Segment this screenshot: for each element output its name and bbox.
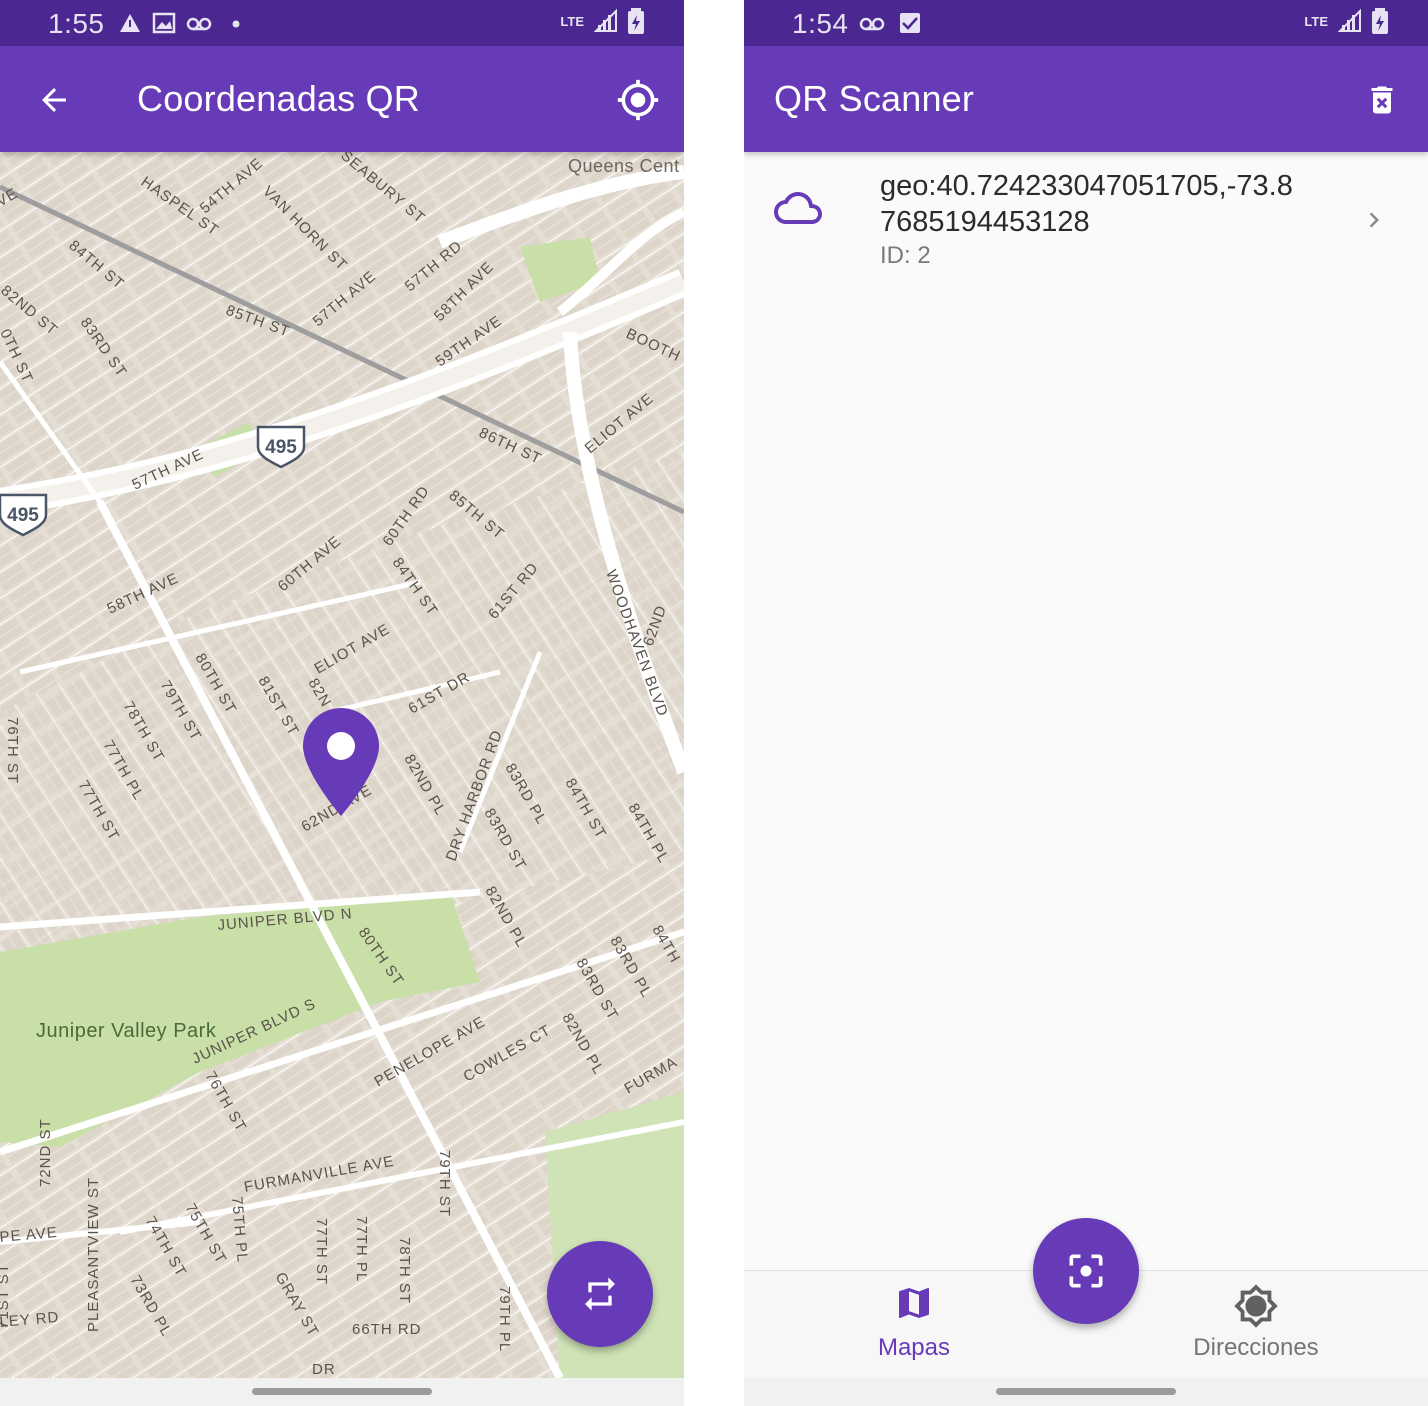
swap-map-type-button[interactable] xyxy=(547,1241,653,1347)
signal-icon xyxy=(1338,9,1361,32)
street-label: DR xyxy=(312,1361,336,1378)
center-focus-icon xyxy=(1069,1254,1103,1288)
svg-text:495: 495 xyxy=(265,437,297,458)
map-icon xyxy=(899,1288,929,1318)
status-right-icons: LTE xyxy=(1304,8,1388,34)
app-bar: QR Scanner xyxy=(744,46,1428,152)
battery-icon xyxy=(1372,8,1388,34)
street-label: 72ND ST xyxy=(37,1118,54,1187)
chevron-right-icon xyxy=(1356,202,1392,238)
map-park-label: Juniper Valley Park xyxy=(36,1020,217,1042)
home-gesture-handle[interactable] xyxy=(252,1388,432,1395)
page-title: Coordenadas QR xyxy=(137,78,420,119)
page-title: QR Scanner xyxy=(774,78,975,119)
scan-list-item[interactable]: geo:40.724233047051705,-73.8 76851944531… xyxy=(744,152,1428,282)
arrow-back-icon xyxy=(42,88,66,112)
street-label: 76TH ST xyxy=(4,717,21,784)
scan-id: ID: 2 xyxy=(880,242,931,269)
street-label: 78TH ST xyxy=(396,1237,413,1304)
nav-label-maps: Mapas xyxy=(877,1334,951,1361)
back-button[interactable] xyxy=(28,74,80,126)
street-label: 79TH ST xyxy=(436,1150,453,1217)
street-label: 79TH PL xyxy=(496,1286,513,1352)
scan-value-line-1: geo:40.724233047051705,-73.8 xyxy=(880,170,1293,202)
crosshair-icon xyxy=(617,79,659,121)
system-nav-bar xyxy=(0,1378,684,1406)
cloud-icon xyxy=(772,182,824,234)
lte-label: LTE xyxy=(560,13,584,29)
repeat-icon xyxy=(585,1277,615,1311)
svg-text:495: 495 xyxy=(7,505,39,526)
system-nav-bar xyxy=(744,1378,1428,1406)
delete-forever-icon xyxy=(1371,86,1393,114)
app-bar: Coordenadas QR xyxy=(0,46,684,152)
lte-label: LTE xyxy=(1304,13,1328,29)
street-label: 77TH PL xyxy=(353,1216,370,1282)
signal-icon xyxy=(594,9,617,32)
brightness-icon xyxy=(1234,1284,1278,1328)
map-view[interactable]: VE HASPEL ST 54TH AVE SEABURY ST VAN HORN ST… xyxy=(0,152,684,1378)
map-canvas[interactable]: VE HASPEL ST54TH AVE SEABURY STVAN HORN ST… xyxy=(0,152,684,1378)
street-label: PLEASANTVIEW ST xyxy=(85,1177,102,1332)
status-notification-icons xyxy=(118,10,248,42)
my-location-button[interactable] xyxy=(610,72,666,128)
home-gesture-handle[interactable] xyxy=(996,1388,1176,1395)
battery-icon xyxy=(628,8,644,34)
status-bar: 1:55 LTE xyxy=(0,0,684,46)
status-time: 1:54 xyxy=(792,8,849,39)
nav-item-maps[interactable]: Mapas xyxy=(814,1283,1014,1362)
status-right-icons: LTE xyxy=(560,8,644,34)
street-label: 77TH ST xyxy=(313,1218,330,1285)
history-screen: 1:54 LTE QR Scanner geo:40.7242330470517… xyxy=(744,0,1428,1406)
map-corner-label: Queens Cent xyxy=(568,156,680,176)
status-notification-icons xyxy=(858,10,928,42)
delete-all-button[interactable] xyxy=(1356,74,1408,126)
status-bar: 1:54 LTE xyxy=(744,0,1428,46)
scan-qr-button[interactable] xyxy=(1033,1218,1139,1324)
map-screen: 1:55 LTE Coordenadas QR VE HASPEL ST 54T… xyxy=(0,0,684,1406)
nav-label-directions: Direcciones xyxy=(1193,1334,1319,1361)
status-time: 1:55 xyxy=(48,8,105,39)
street-label: 66TH RD xyxy=(352,1321,422,1338)
nav-item-directions[interactable]: Direcciones xyxy=(1156,1283,1356,1362)
scan-value-line-2: 7685194453128 xyxy=(880,206,1090,238)
